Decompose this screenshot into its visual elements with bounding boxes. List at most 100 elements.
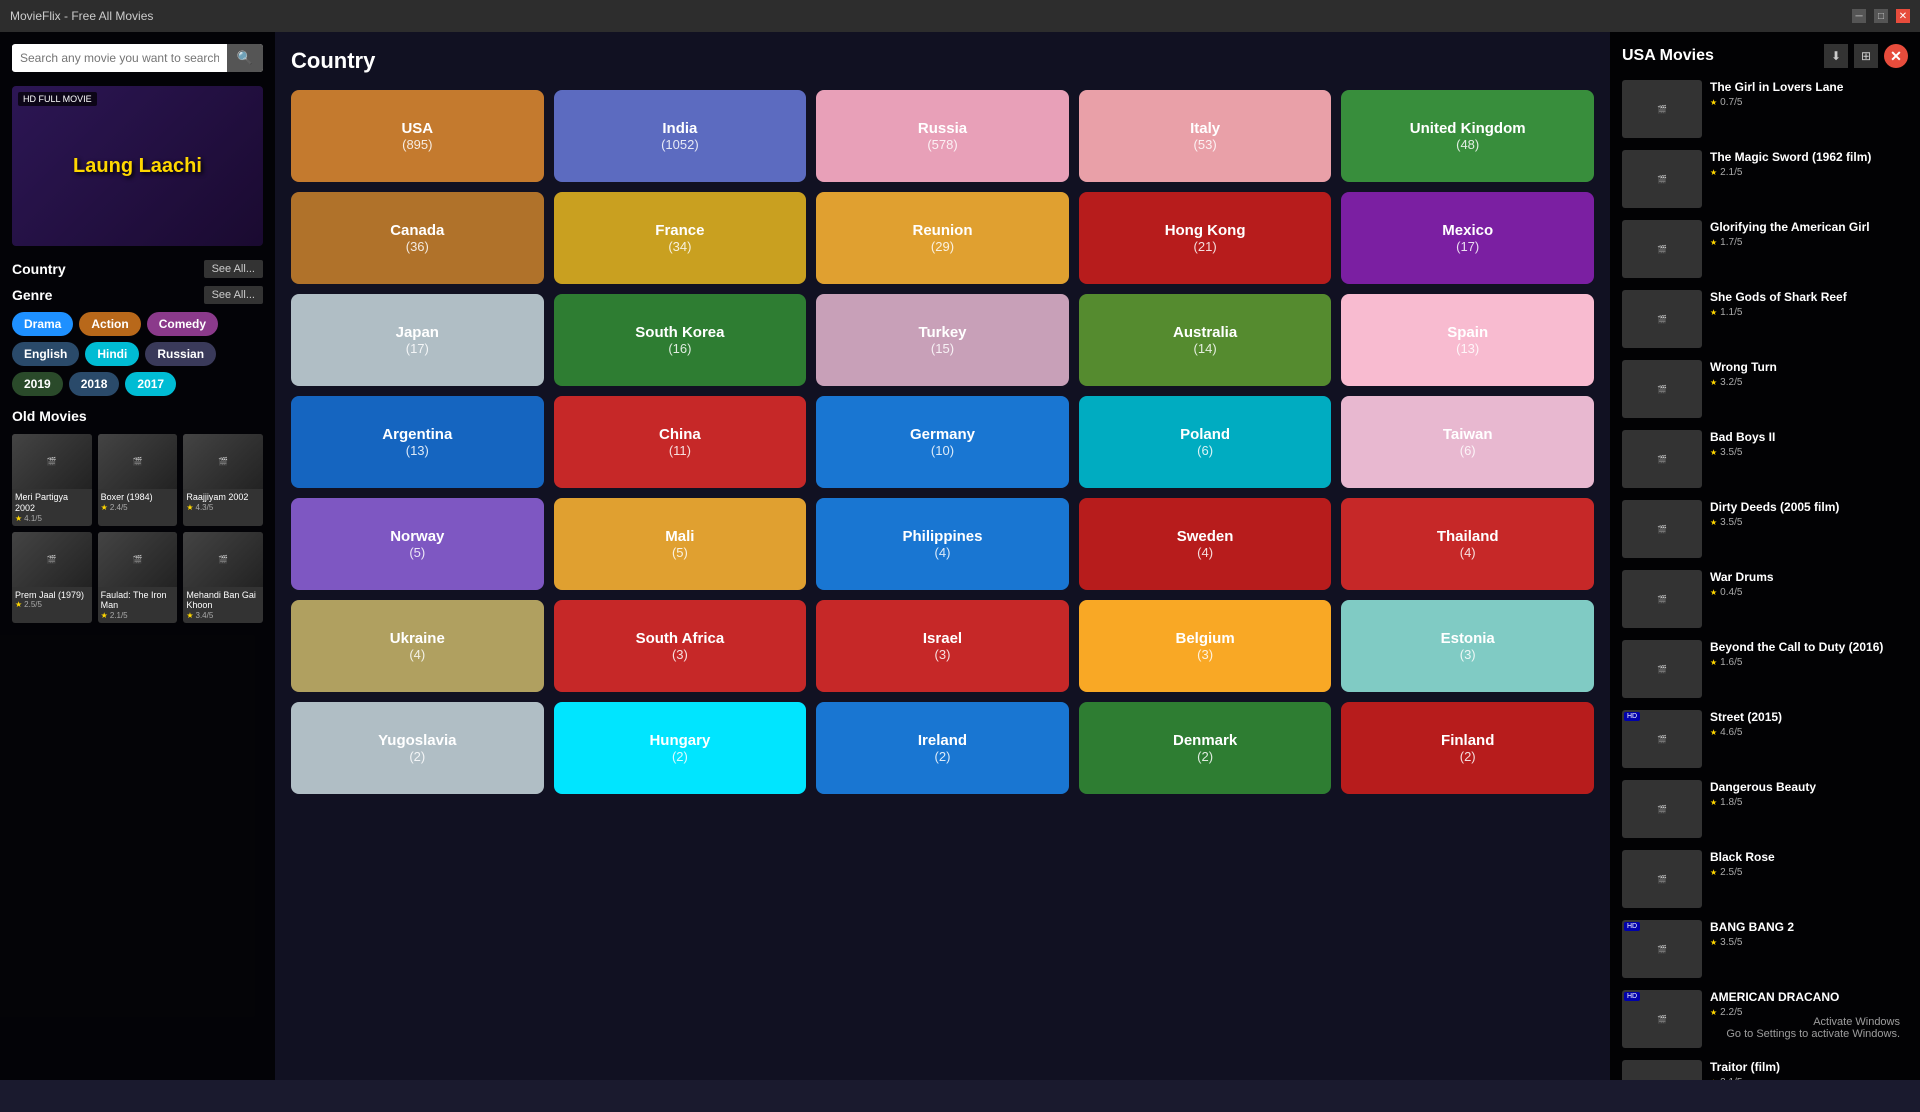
movie-list-item[interactable]: 🎬 Wrong Turn ★ 3.2/5 [1622,360,1908,418]
country-name: Belgium [1176,630,1235,647]
country-card-south-africa[interactable]: South Africa (3) [554,600,807,692]
movie-item-rating: ★ 4.6/5 [1710,727,1908,738]
search-input[interactable] [12,45,227,71]
movie-list-item[interactable]: 🎬 She Gods of Shark Reef ★ 1.1/5 [1622,290,1908,348]
movie-item-thumbnail: 🎬 [1622,80,1702,138]
country-count: (3) [935,647,951,662]
old-movie-card[interactable]: 🎬 Boxer (1984) ★ 2.4/5 [98,434,178,526]
genre-tag-russian[interactable]: Russian [145,342,216,366]
movie-list-item[interactable]: 🎬 Dangerous Beauty ★ 1.8/5 [1622,780,1908,838]
country-card-philippines[interactable]: Philippines (4) [816,498,1069,590]
country-card-italy[interactable]: Italy (53) [1079,90,1332,182]
movie-list-item[interactable]: 🎬 Beyond the Call to Duty (2016) ★ 1.6/5 [1622,640,1908,698]
panel-grid-btn[interactable]: ⊞ [1854,44,1878,68]
movie-thumbnail: 🎬 [12,434,92,489]
movie-list-item[interactable]: HD 🎬 Street (2015) ★ 4.6/5 [1622,710,1908,768]
old-movie-card[interactable]: 🎬 Raajjiyam 2002 ★ 4.3/5 [183,434,263,526]
genre-tag-hindi[interactable]: Hindi [85,342,139,366]
country-card-sweden[interactable]: Sweden (4) [1079,498,1332,590]
movie-item-title: The Girl in Lovers Lane [1710,80,1908,94]
country-card-denmark[interactable]: Denmark (2) [1079,702,1332,794]
country-card-hong-kong[interactable]: Hong Kong (21) [1079,192,1332,284]
genre-tag-2018[interactable]: 2018 [69,372,120,396]
country-count: (17) [406,341,429,356]
country-card-israel[interactable]: Israel (3) [816,600,1069,692]
country-card-reunion[interactable]: Reunion (29) [816,192,1069,284]
movie-list-item[interactable]: 🎬 The Magic Sword (1962 film) ★ 2.1/5 [1622,150,1908,208]
panel-download-btn[interactable]: ⬇ [1824,44,1848,68]
movie-item-thumbnail: 🎬 [1622,850,1702,908]
country-card-australia[interactable]: Australia (14) [1079,294,1332,386]
movie-list-item[interactable]: 🎬 War Drums ★ 0.4/5 [1622,570,1908,628]
country-count: (11) [669,443,691,458]
movie-thumbnail: 🎬 [98,532,178,587]
country-card-estonia[interactable]: Estonia (3) [1341,600,1594,692]
old-movie-card[interactable]: 🎬 Prem Jaal (1979) ★ 2.5/5 [12,532,92,624]
movie-list-item[interactable]: 🎬 Glorifying the American Girl ★ 1.7/5 [1622,220,1908,278]
movie-item-rating: ★ 3.5/5 [1710,447,1908,458]
movie-item-rating: ★ 3.5/5 [1710,517,1908,528]
old-movie-card[interactable]: 🎬 Faulad: The Iron Man ★ 2.1/5 [98,532,178,624]
country-card-hungary[interactable]: Hungary (2) [554,702,807,794]
genre-tag-drama[interactable]: Drama [12,312,73,336]
country-card-argentina[interactable]: Argentina (13) [291,396,544,488]
country-card-russia[interactable]: Russia (578) [816,90,1069,182]
country-card-usa[interactable]: USA (895) [291,90,544,182]
movie-list-item[interactable]: 🎬 Traitor (film) ★ 2.1/5 [1622,1060,1908,1080]
country-card-china[interactable]: China (11) [554,396,807,488]
genre-tag-action[interactable]: Action [79,312,140,336]
movie-item-title: Wrong Turn [1710,360,1908,374]
country-card-mexico[interactable]: Mexico (17) [1341,192,1594,284]
old-movie-card[interactable]: 🎬 Meri Partigya 2002 ★ 4.1/5 [12,434,92,526]
country-card-united-kingdom[interactable]: United Kingdom (48) [1341,90,1594,182]
maximize-btn[interactable]: □ [1874,9,1888,23]
country-card-yugoslavia[interactable]: Yugoslavia (2) [291,702,544,794]
panel-controls: ⬇ ⊞ ✕ [1824,44,1908,68]
movie-list-item[interactable]: HD 🎬 AMERICAN DRACANO ★ 2.2/5 [1622,990,1908,1048]
movie-item-thumbnail: 🎬 [1622,220,1702,278]
featured-movie[interactable]: HD FULL MOVIE Laung Laachi [12,86,263,246]
movie-list-item[interactable]: 🎬 The Girl in Lovers Lane ★ 0.7/5 [1622,80,1908,138]
country-card-belgium[interactable]: Belgium (3) [1079,600,1332,692]
genre-tag-english[interactable]: English [12,342,79,366]
genre-tag-2017[interactable]: 2017 [125,372,176,396]
country-card-thailand[interactable]: Thailand (4) [1341,498,1594,590]
close-btn[interactable]: ✕ [1896,9,1910,23]
movie-item-thumbnail: 🎬 [1622,780,1702,838]
country-card-india[interactable]: India (1052) [554,90,807,182]
country-name: Ireland [918,732,967,749]
country-card-germany[interactable]: Germany (10) [816,396,1069,488]
country-card-france[interactable]: France (34) [554,192,807,284]
country-card-japan[interactable]: Japan (17) [291,294,544,386]
genre-tag-comedy[interactable]: Comedy [147,312,218,336]
country-card-finland[interactable]: Finland (2) [1341,702,1594,794]
old-movie-card[interactable]: 🎬 Mehandi Ban Gai Khoon ★ 3.4/5 [183,532,263,624]
movie-list-item[interactable]: 🎬 Bad Boys II ★ 3.5/5 [1622,430,1908,488]
country-card-taiwan[interactable]: Taiwan (6) [1341,396,1594,488]
country-see-all[interactable]: See All... [204,260,263,278]
country-name: Turkey [918,324,966,341]
genre-see-all[interactable]: See All... [204,286,263,304]
panel-close-btn[interactable]: ✕ [1884,44,1908,68]
movie-item-title: She Gods of Shark Reef [1710,290,1908,304]
app-container: 🔍 HD FULL MOVIE Laung Laachi Country See… [0,32,1920,1080]
country-card-ireland[interactable]: Ireland (2) [816,702,1069,794]
minimize-btn[interactable]: ─ [1852,9,1866,23]
country-card-norway[interactable]: Norway (5) [291,498,544,590]
movie-list-item[interactable]: 🎬 Black Rose ★ 2.5/5 [1622,850,1908,908]
country-card-poland[interactable]: Poland (6) [1079,396,1332,488]
search-button[interactable]: 🔍 [227,44,263,72]
genre-tag-2019[interactable]: 2019 [12,372,63,396]
country-card-mali[interactable]: Mali (5) [554,498,807,590]
title-bar: MovieFlix - Free All Movies ─ □ ✕ [0,0,1920,32]
movie-list-item[interactable]: 🎬 Dirty Deeds (2005 film) ★ 3.5/5 [1622,500,1908,558]
search-bar[interactable]: 🔍 [12,44,263,72]
country-card-turkey[interactable]: Turkey (15) [816,294,1069,386]
movie-list: 🎬 The Girl in Lovers Lane ★ 0.7/5 🎬 The … [1622,80,1908,1080]
movie-list-item[interactable]: HD 🎬 BANG BANG 2 ★ 3.5/5 [1622,920,1908,978]
country-card-ukraine[interactable]: Ukraine (4) [291,600,544,692]
country-card-south-korea[interactable]: South Korea (16) [554,294,807,386]
country-card-canada[interactable]: Canada (36) [291,192,544,284]
country-name: Spain [1447,324,1488,341]
country-card-spain[interactable]: Spain (13) [1341,294,1594,386]
